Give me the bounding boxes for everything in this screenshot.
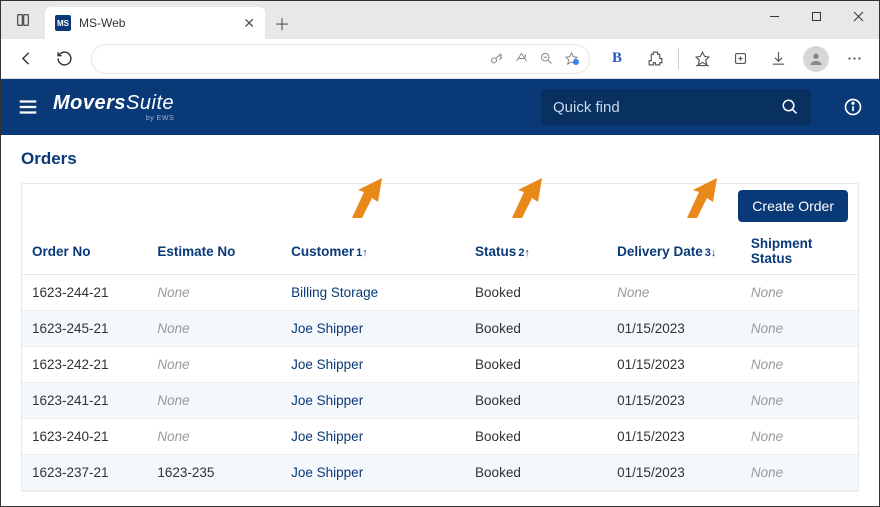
cell-status: Booked: [465, 311, 607, 347]
cell-estimate-no: None: [147, 347, 281, 383]
favorites-icon[interactable]: [685, 44, 719, 74]
cell-status: Booked: [465, 383, 607, 419]
table-row[interactable]: 1623-241-21NoneJoe ShipperBooked01/15/20…: [22, 383, 858, 419]
read-aloud-icon[interactable]: [514, 51, 529, 66]
table-row[interactable]: 1623-242-21NoneJoe ShipperBooked01/15/20…: [22, 347, 858, 383]
cell-status: Booked: [465, 347, 607, 383]
browser-toolbar: B: [1, 39, 879, 79]
cell-shipment-status: None: [741, 275, 858, 311]
app-header: MoversSuite by EWS: [1, 79, 879, 135]
address-bar[interactable]: [91, 44, 590, 74]
zoom-out-icon[interactable]: [539, 51, 554, 66]
sort-indicator: 3↓: [705, 247, 717, 259]
sort-indicator: 2↑: [518, 247, 530, 259]
cell-customer[interactable]: Joe Shipper: [281, 419, 465, 455]
cell-estimate-no: None: [147, 383, 281, 419]
more-icon[interactable]: [837, 44, 871, 74]
cell-delivery-date: 01/15/2023: [607, 455, 741, 491]
table-header-row: Order No Estimate No Customer1↑ Status2↑…: [22, 228, 858, 275]
page-title: Orders: [21, 149, 859, 169]
table-row[interactable]: 1623-240-21NoneJoe ShipperBooked01/15/20…: [22, 419, 858, 455]
annotation-arrow: [512, 178, 558, 218]
tab-overview-icon[interactable]: [1, 1, 45, 39]
col-order-no[interactable]: Order No: [22, 228, 147, 275]
cell-estimate-no: None: [147, 311, 281, 347]
cell-shipment-status: None: [741, 383, 858, 419]
cell-shipment-status: None: [741, 455, 858, 491]
table-row[interactable]: 1623-244-21NoneBilling StorageBookedNone…: [22, 275, 858, 311]
hamburger-icon[interactable]: [17, 96, 39, 118]
cell-order-no: 1623-244-21: [22, 275, 147, 311]
cell-order-no: 1623-245-21: [22, 311, 147, 347]
cell-estimate-no: None: [147, 275, 281, 311]
cell-customer[interactable]: Joe Shipper: [281, 383, 465, 419]
cell-shipment-status: None: [741, 347, 858, 383]
cell-shipment-status: None: [741, 311, 858, 347]
cell-delivery-date: 01/15/2023: [607, 419, 741, 455]
annotation-arrow: [687, 178, 733, 218]
cell-estimate-no: None: [147, 419, 281, 455]
content-area: Orders Create Order Order No Estimate No…: [1, 135, 879, 506]
collections-icon[interactable]: [723, 44, 757, 74]
tab-title: MS-Web: [79, 16, 235, 30]
col-status[interactable]: Status2↑: [465, 228, 607, 275]
cell-shipment-status: None: [741, 419, 858, 455]
extensions-icon[interactable]: [638, 44, 672, 74]
favorite-icon[interactable]: [564, 51, 579, 66]
create-order-button[interactable]: Create Order: [738, 190, 848, 222]
cell-status: Booked: [465, 455, 607, 491]
new-tab-button[interactable]: ＋: [265, 7, 299, 39]
cell-order-no: 1623-240-21: [22, 419, 147, 455]
downloads-icon[interactable]: [761, 44, 795, 74]
brand-logo[interactable]: MoversSuite by EWS: [53, 93, 174, 122]
window-close[interactable]: [837, 1, 879, 31]
search-input[interactable]: [553, 99, 771, 116]
back-button[interactable]: [9, 44, 43, 74]
cell-delivery-date: 01/15/2023: [607, 383, 741, 419]
col-delivery-date[interactable]: Delivery Date3↓: [607, 228, 741, 275]
cell-delivery-date: 01/15/2023: [607, 347, 741, 383]
tab-favicon: MS: [55, 15, 71, 31]
search-icon[interactable]: [781, 98, 799, 116]
cell-delivery-date: None: [607, 275, 741, 311]
cell-order-no: 1623-241-21: [22, 383, 147, 419]
window-maximize[interactable]: [795, 1, 837, 31]
key-icon[interactable]: [489, 51, 504, 66]
cell-customer[interactable]: Joe Shipper: [281, 311, 465, 347]
cell-delivery-date: 01/15/2023: [607, 311, 741, 347]
table-row[interactable]: 1623-237-211623-235Joe ShipperBooked01/1…: [22, 455, 858, 491]
bold-b-icon[interactable]: B: [600, 44, 634, 74]
cell-customer[interactable]: Joe Shipper: [281, 347, 465, 383]
cell-status: Booked: [465, 275, 607, 311]
cell-customer[interactable]: Billing Storage: [281, 275, 465, 311]
col-customer[interactable]: Customer1↑: [281, 228, 465, 275]
sort-indicator: 1↑: [356, 247, 368, 259]
annotation-arrow: [352, 178, 398, 218]
cell-customer[interactable]: Joe Shipper: [281, 455, 465, 491]
col-shipment-status[interactable]: Shipment Status: [741, 228, 858, 275]
col-estimate-no[interactable]: Estimate No: [147, 228, 281, 275]
close-icon[interactable]: ✕: [243, 15, 255, 32]
cell-status: Booked: [465, 419, 607, 455]
orders-table: Order No Estimate No Customer1↑ Status2↑…: [22, 228, 858, 491]
orders-card: Create Order Order No Estimate No Custom…: [21, 183, 859, 492]
browser-titlebar: MS MS-Web ✕ ＋: [1, 1, 879, 39]
profile-avatar[interactable]: [799, 44, 833, 74]
refresh-button[interactable]: [47, 44, 81, 74]
window-minimize[interactable]: [753, 1, 795, 31]
browser-tab[interactable]: MS MS-Web ✕: [45, 7, 265, 39]
cell-estimate-no: 1623-235: [147, 455, 281, 491]
quick-find[interactable]: [541, 89, 811, 125]
info-icon[interactable]: [843, 97, 863, 117]
cell-order-no: 1623-237-21: [22, 455, 147, 491]
cell-order-no: 1623-242-21: [22, 347, 147, 383]
table-row[interactable]: 1623-245-21NoneJoe ShipperBooked01/15/20…: [22, 311, 858, 347]
